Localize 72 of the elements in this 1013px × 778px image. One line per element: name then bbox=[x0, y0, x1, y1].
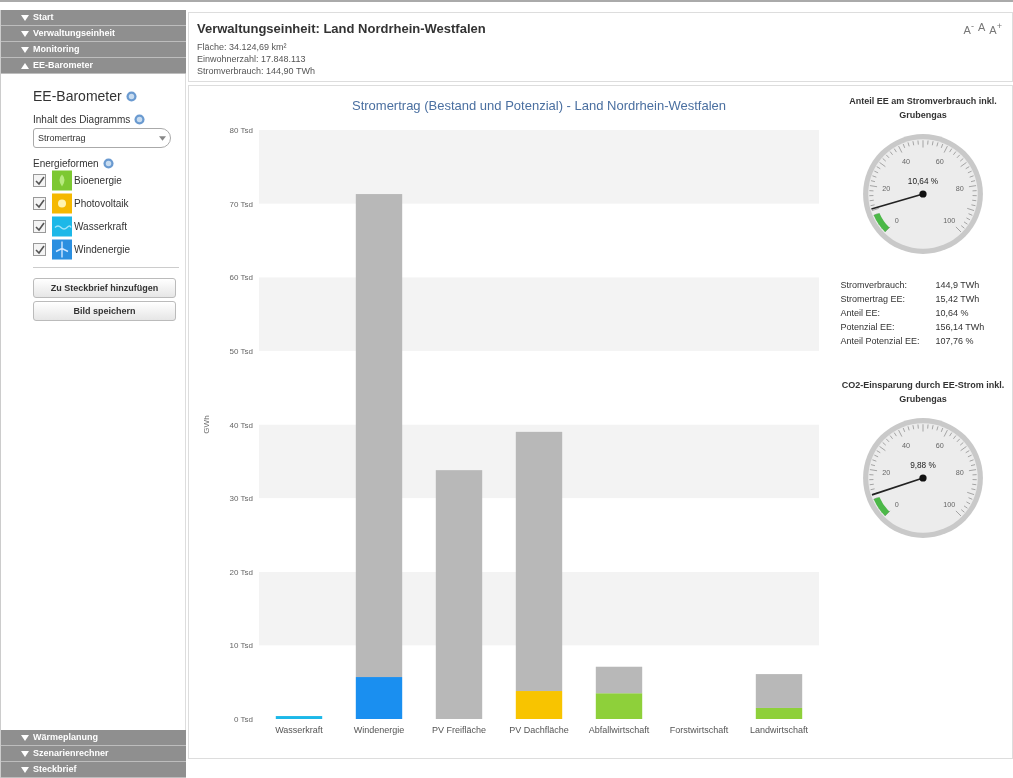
axis-tick-label: 20 Tsd bbox=[229, 567, 253, 577]
chart-title: Stromertrag (Bestand und Potenzial) - Land Nordrhein-Westfalen bbox=[351, 98, 727, 113]
gauge-drawing: 0 20 40 60 80 100 10,64 % bbox=[861, 132, 985, 256]
category-label: Wasserkraft bbox=[275, 725, 323, 735]
stat-value: 10,64 % bbox=[935, 307, 970, 320]
stat-value: 107,76 % bbox=[935, 335, 975, 348]
caret-icon bbox=[21, 766, 29, 773]
checkbox[interactable] bbox=[33, 220, 46, 233]
checkbox[interactable] bbox=[33, 174, 46, 187]
energy-form-label: Wasserkraft bbox=[74, 221, 127, 232]
axis-title: GWh bbox=[202, 415, 211, 434]
bar bbox=[595, 693, 643, 719]
info-line: Fläche: 34.124,69 km² bbox=[197, 41, 288, 53]
stat-label: Anteil EE: bbox=[840, 306, 936, 320]
field-label: Energieformen bbox=[33, 158, 99, 169]
energy-form-label: Photovoltaik bbox=[74, 198, 129, 209]
caret-icon bbox=[21, 62, 29, 69]
axis-tick-label: 80 Tsd bbox=[229, 126, 253, 135]
category-label: Abfallwirtschaft bbox=[588, 725, 650, 735]
gauge-title: CO2-Einsparung durch EE-Strom inkl. Grubengas bbox=[840, 379, 1006, 406]
category-label: Landwirtschaft bbox=[750, 725, 808, 735]
help-icon[interactable] bbox=[125, 90, 137, 102]
accordion-header[interactable]: Verwaltungseinheit bbox=[1, 26, 186, 42]
category-label: PV Dachfläche bbox=[509, 725, 569, 735]
accordion-header[interactable]: Start bbox=[1, 10, 186, 26]
gauge-drawing: 0 20 40 60 80 100 9,88 % bbox=[861, 416, 985, 540]
action-button[interactable]: Bild speichern bbox=[33, 301, 176, 321]
accordion-header[interactable]: Szenarienrechner bbox=[1, 746, 186, 762]
info-line: Stromverbrauch: 144,90 TWh bbox=[197, 65, 316, 77]
axis-tick-label: 40 Tsd bbox=[229, 420, 253, 430]
font-size-link[interactable]: A$^{+}$ bbox=[989, 21, 1002, 77]
stat-value: 15,42 TWh bbox=[935, 293, 981, 306]
energy-form-label: Windenergie bbox=[74, 244, 131, 255]
font-size-link[interactable]: A$^{-}$ bbox=[963, 21, 974, 77]
bar bbox=[275, 716, 323, 719]
stat-label: Stromverbrauch: bbox=[840, 278, 936, 292]
caret-icon bbox=[21, 734, 29, 741]
field-label: Inhalt des Diagramms bbox=[33, 114, 131, 125]
help-icon[interactable] bbox=[102, 158, 114, 169]
help-icon[interactable] bbox=[134, 114, 146, 125]
font-size-link[interactable]: A bbox=[977, 21, 986, 77]
checkbox[interactable] bbox=[33, 197, 46, 210]
stat-value: 144,9 TWh bbox=[935, 279, 981, 292]
category-label: PV Freifläche bbox=[432, 725, 486, 735]
axis-tick-label: 10 Tsd bbox=[229, 641, 253, 651]
gauge-title: Anteil EE am Stromverbrauch inkl. Grubengas bbox=[848, 95, 998, 122]
axis-tick-label: 0 Tsd bbox=[234, 715, 253, 724]
accordion-header[interactable]: Wärmeplanung bbox=[1, 730, 186, 746]
checkbox[interactable] bbox=[33, 243, 46, 256]
stat-value: 156,14 TWh bbox=[935, 321, 986, 334]
page-title: Verwaltungseinheit: Land Nordrhein-Westfalen bbox=[197, 21, 486, 36]
energy-form-label: Bioenergie bbox=[74, 175, 122, 186]
category-label: Forstwirtschaft bbox=[669, 725, 729, 735]
caret-icon bbox=[21, 46, 29, 53]
accordion-header[interactable]: Monitoring bbox=[1, 42, 186, 58]
info-line: Einwohnerzahl: 17.848.113 bbox=[197, 53, 307, 65]
caret-icon bbox=[21, 14, 29, 21]
accordion-header[interactable]: EE-Barometer bbox=[1, 58, 186, 74]
action-button[interactable]: Zu Steckbrief hinzufügen bbox=[33, 278, 176, 298]
axis-tick-label: 50 Tsd bbox=[229, 346, 253, 356]
caret-icon bbox=[21, 30, 29, 37]
axis-tick-label: 60 Tsd bbox=[229, 273, 253, 283]
category-label: Windenergie bbox=[353, 725, 405, 735]
stat-label: Anteil Potenzial EE: bbox=[840, 334, 936, 348]
caret-icon bbox=[21, 750, 29, 757]
axis-tick-label: 70 Tsd bbox=[229, 199, 253, 209]
stat-label: Potenzial EE: bbox=[840, 320, 936, 334]
caret-icon bbox=[159, 135, 166, 141]
panel-title: EE-Barometer bbox=[33, 88, 122, 104]
axis-tick-label: 30 Tsd bbox=[229, 494, 253, 504]
stat-label: Stromertrag EE: bbox=[840, 292, 936, 306]
accordion-header[interactable]: Steckbrief bbox=[1, 762, 186, 778]
